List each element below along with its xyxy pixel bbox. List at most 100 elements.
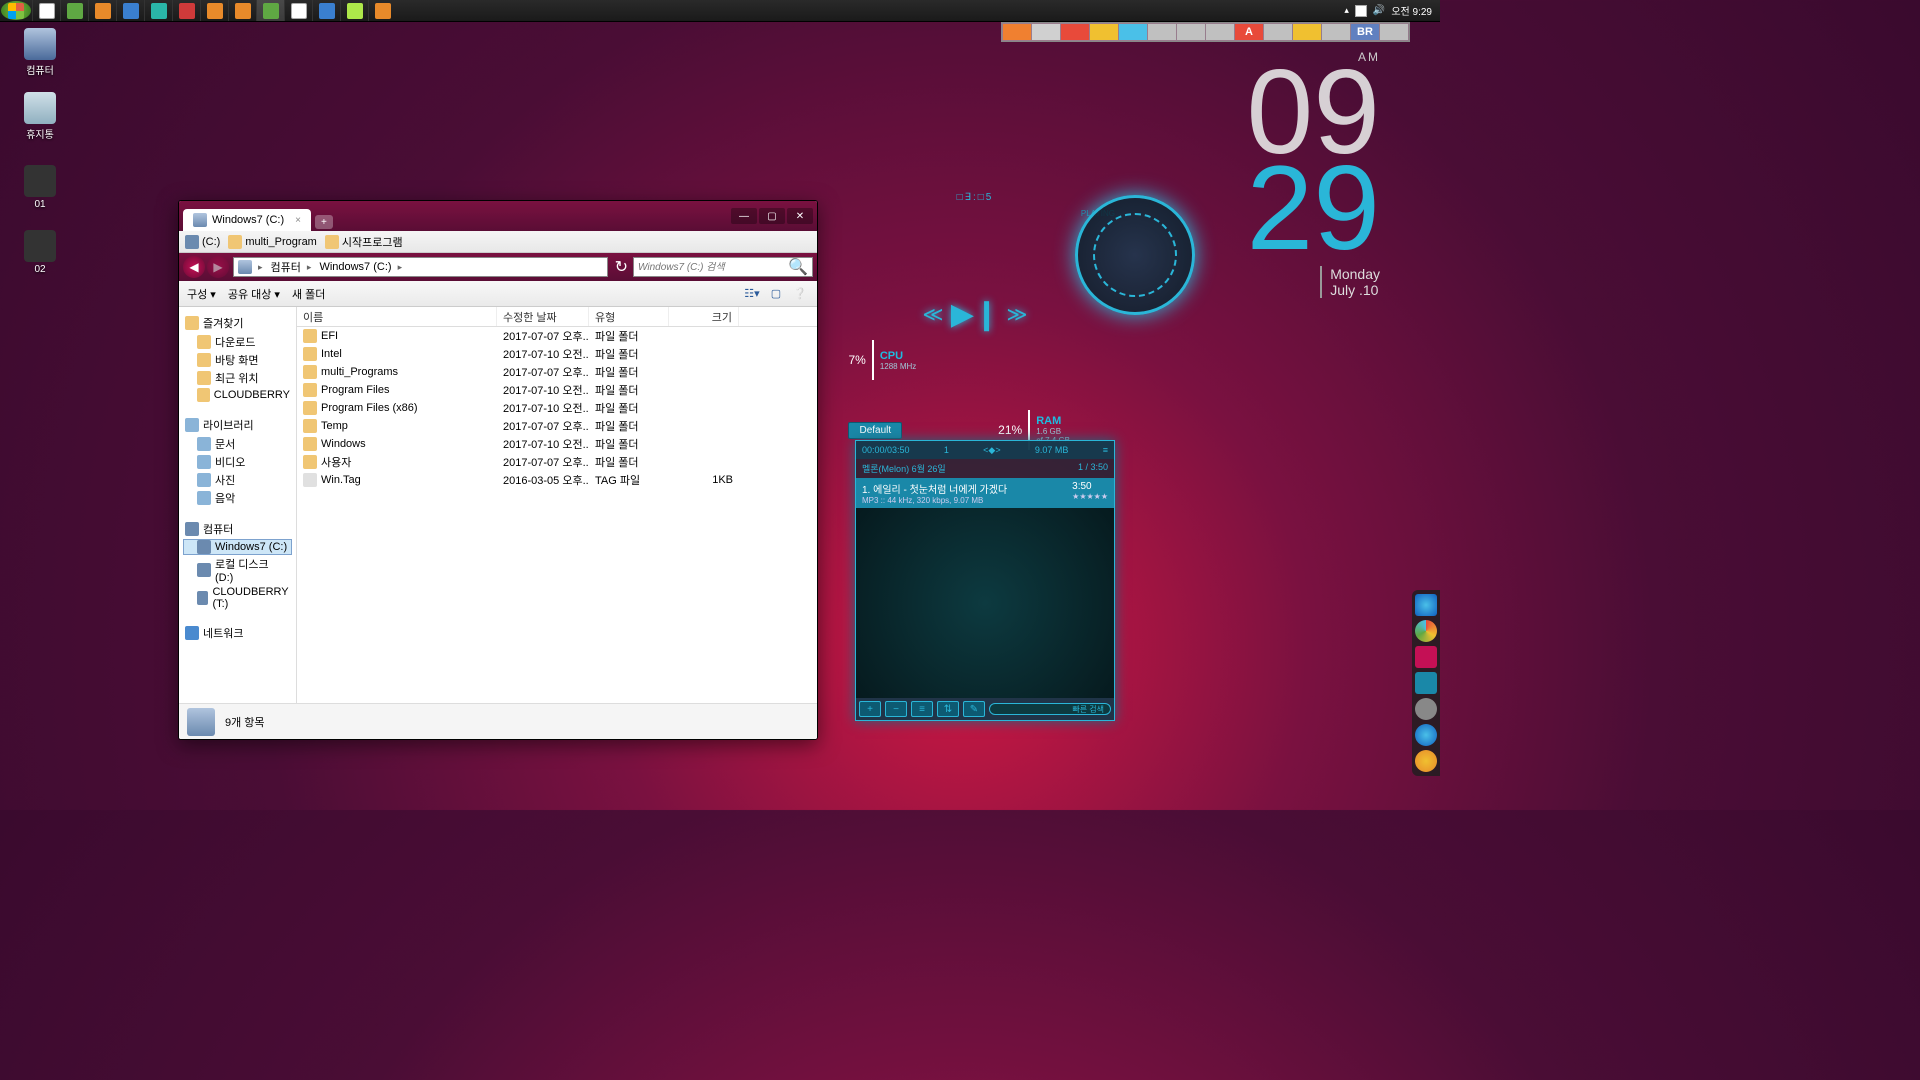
taskbar-app[interactable] [368, 0, 396, 21]
file-row[interactable]: multi_Programs2017-07-07 오후...파일 폴더 [297, 363, 817, 381]
view-menu-icon[interactable]: ☷▾ [743, 285, 761, 303]
tray-flag-icon[interactable] [1355, 5, 1367, 17]
playlist-search[interactable]: 빠른 검색 [989, 703, 1111, 715]
apptray-item[interactable]: BR [1351, 24, 1379, 40]
file-row[interactable]: 사용자2017-07-07 오후...파일 폴더 [297, 453, 817, 471]
file-row[interactable]: Win.Tag2016-03-05 오후...TAG 파일1KB [297, 471, 817, 489]
taskbar-app[interactable] [172, 0, 200, 21]
apptray-item[interactable] [1119, 24, 1147, 40]
apptray-item[interactable] [1322, 24, 1350, 40]
preview-pane-icon[interactable]: ▢ [767, 285, 785, 303]
nav-item[interactable]: 비디오 [183, 453, 292, 471]
help-icon[interactable]: ❔ [791, 285, 809, 303]
playlist-add-button[interactable]: + [859, 701, 881, 717]
dock-settings-icon[interactable] [1415, 698, 1437, 720]
nav-item[interactable]: 사진 [183, 471, 292, 489]
desktop-icon[interactable]: 01 [10, 165, 70, 210]
nav-group-header[interactable]: 네트워크 [183, 623, 292, 643]
rating-stars-icon[interactable]: ★★★★★ [1072, 492, 1108, 501]
breadcrumb-item[interactable]: 컴퓨터 [267, 259, 316, 275]
playlist-tool-button[interactable]: ✎ [963, 701, 985, 717]
tray-volume-icon[interactable]: 🔊 [1373, 5, 1385, 16]
maximize-button[interactable]: ▢ [759, 208, 785, 224]
taskbar-app[interactable] [144, 0, 172, 21]
playlist-album-row[interactable]: 멜론(Melon) 6월 26일 1 / 3:50 [856, 459, 1114, 478]
nav-item[interactable]: 바탕 화면 [183, 351, 292, 369]
nav-item[interactable]: Windows7 (C:) [183, 539, 292, 555]
file-row[interactable]: Program Files2017-07-10 오전...파일 폴더 [297, 381, 817, 399]
file-row[interactable]: Temp2017-07-07 오후...파일 폴더 [297, 417, 817, 435]
taskbar-app[interactable] [116, 0, 144, 21]
taskbar-app[interactable] [256, 0, 284, 21]
close-button[interactable]: ✕ [787, 208, 813, 224]
apptray-item[interactable] [1380, 24, 1408, 40]
refresh-icon[interactable]: ↻ [612, 257, 631, 277]
taskbar-app[interactable] [284, 0, 312, 21]
nav-group-header[interactable]: 컴퓨터 [183, 519, 292, 539]
playlist-window[interactable]: 00:00/03:50 1 <◆> 9.07 MB ≡ 멜론(Melon) 6월… [855, 440, 1115, 721]
music-player[interactable]: □∃:□5 PLAYING ≪ ▶❙ ≫ [835, 220, 1115, 390]
col-type[interactable]: 유형 [589, 307, 669, 326]
taskbar-app[interactable] [340, 0, 368, 21]
apptray-item[interactable] [1177, 24, 1205, 40]
ram-default-button[interactable]: Default [848, 422, 902, 439]
playlist-remove-button[interactable]: − [885, 701, 907, 717]
apptray-item[interactable] [1003, 24, 1031, 40]
dock-ie-icon[interactable] [1415, 594, 1437, 616]
desktop-icon[interactable]: 휴지통 [10, 92, 70, 141]
minimize-button[interactable]: — [731, 208, 757, 224]
breadcrumb-item[interactable]: Windows7 (C:) [315, 261, 406, 273]
file-row[interactable]: Intel2017-07-10 오전...파일 폴더 [297, 345, 817, 363]
playlist-sort-button[interactable]: ⇅ [937, 701, 959, 717]
share-menu[interactable]: 공유 대상 ▾ [228, 286, 280, 302]
apptray-item[interactable] [1090, 24, 1118, 40]
nav-item[interactable]: 음악 [183, 489, 292, 507]
nav-item[interactable]: CLOUDBERRY (T:) [183, 585, 292, 611]
col-size[interactable]: 크기 [669, 307, 739, 326]
player-play-button[interactable]: ▶❙ [959, 298, 991, 330]
taskbar-app[interactable] [32, 0, 60, 21]
file-row[interactable]: EFI2017-07-07 오후...파일 폴더 [297, 327, 817, 345]
dock-monitor-icon[interactable] [1415, 672, 1437, 694]
dock-globe-icon[interactable] [1415, 724, 1437, 746]
desktop-icon[interactable]: 컴퓨터 [10, 28, 70, 77]
taskbar-app[interactable] [200, 0, 228, 21]
playlist-list-button[interactable]: ≡ [911, 701, 933, 717]
playlist-nav-icon[interactable]: <◆> [983, 445, 1000, 456]
player-hud-dial[interactable] [1075, 195, 1195, 315]
nav-item[interactable]: 문서 [183, 435, 292, 453]
file-row[interactable]: Windows2017-07-10 오전...파일 폴더 [297, 435, 817, 453]
start-button[interactable] [1, 1, 31, 20]
organize-menu[interactable]: 구성 ▾ [187, 286, 216, 302]
nav-item[interactable]: 로컬 디스크 (D:) [183, 555, 292, 585]
apptray-item[interactable] [1264, 24, 1292, 40]
search-box[interactable]: 🔍 [633, 257, 813, 277]
file-row[interactable]: Program Files (x86)2017-07-10 오전...파일 폴더 [297, 399, 817, 417]
search-icon[interactable]: 🔍 [788, 257, 808, 277]
apptray-item[interactable]: A [1235, 24, 1263, 40]
apptray-item[interactable] [1293, 24, 1321, 40]
taskbar-app[interactable] [88, 0, 116, 21]
nav-item[interactable]: 다운로드 [183, 333, 292, 351]
apptray-item[interactable] [1206, 24, 1234, 40]
dock-chrome-icon[interactable] [1415, 620, 1437, 642]
nav-group-header[interactable]: 라이브러리 [183, 415, 292, 435]
apptray-item[interactable] [1032, 24, 1060, 40]
playlist-menu-icon[interactable]: ≡ [1103, 445, 1108, 455]
taskbar-app[interactable] [60, 0, 88, 21]
explorer-titlebar[interactable]: Windows7 (C:) × + — ▢ ✕ [179, 201, 817, 231]
desktop-icon[interactable]: 02 [10, 230, 70, 275]
dock-orange-icon[interactable] [1415, 750, 1437, 772]
taskbar-app[interactable] [312, 0, 340, 21]
tray-chevron-icon[interactable]: ▴ [1344, 5, 1349, 16]
col-modified[interactable]: 수정한 날짜 [497, 307, 589, 326]
nav-item[interactable]: 최근 위치 [183, 369, 292, 387]
new-tab-button[interactable]: + [315, 215, 333, 229]
col-name[interactable]: 이름 [297, 307, 497, 326]
tab-close-icon[interactable]: × [295, 215, 301, 226]
favorite-item[interactable]: (C:) [185, 235, 220, 249]
dock-app-icon[interactable] [1415, 646, 1437, 668]
search-input[interactable] [638, 262, 788, 273]
nav-forward-button[interactable]: ▶ [207, 256, 229, 278]
breadcrumb[interactable]: 컴퓨터Windows7 (C:) [233, 257, 608, 277]
